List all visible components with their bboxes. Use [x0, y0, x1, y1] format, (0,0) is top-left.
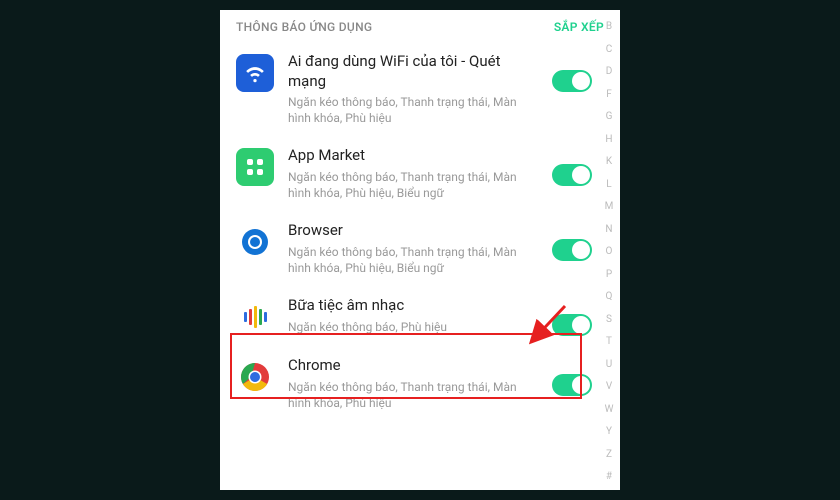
settings-screen: THÔNG BÁO ỨNG DỤNG SẮP XẾP Ai đang dùng …: [220, 10, 620, 490]
app-desc: Ngăn kéo thông báo, Thanh trạng thái, Mà…: [288, 94, 532, 126]
section-title: THÔNG BÁO ỨNG DỤNG: [236, 20, 372, 34]
app-row-wifi[interactable]: Ai đang dùng WiFi của tôi - Quét mạng Ng…: [236, 42, 600, 136]
alpha-letter[interactable]: O: [602, 247, 616, 257]
alpha-letter[interactable]: Q: [602, 292, 616, 302]
alpha-letter[interactable]: L: [602, 180, 616, 190]
market-icon: [236, 148, 274, 186]
app-text: Browser Ngăn kéo thông báo, Thanh trạng …: [288, 221, 538, 276]
app-desc: Ngăn kéo thông báo, Thanh trạng thái, Mà…: [288, 244, 532, 276]
alpha-letter[interactable]: D: [602, 67, 616, 77]
app-desc: Ngăn kéo thông báo, Thanh trạng thái, Mà…: [288, 379, 532, 411]
section-header: THÔNG BÁO ỨNG DỤNG SẮP XẾP: [220, 10, 620, 42]
alpha-letter[interactable]: K: [602, 157, 616, 167]
alpha-letter[interactable]: U: [602, 360, 616, 370]
app-text: Bữa tiệc âm nhạc Ngăn kéo thông báo, Phù…: [288, 296, 538, 335]
alpha-letter[interactable]: M: [602, 202, 616, 212]
app-row-chrome[interactable]: Chrome Ngăn kéo thông báo, Thanh trạng t…: [236, 346, 600, 421]
alpha-letter[interactable]: Y: [602, 427, 616, 437]
sort-button[interactable]: SẮP XẾP: [554, 20, 604, 34]
app-row-music[interactable]: Bữa tiệc âm nhạc Ngăn kéo thông báo, Phù…: [236, 286, 600, 346]
app-row-browser[interactable]: Browser Ngăn kéo thông báo, Thanh trạng …: [236, 211, 600, 286]
toggle-switch[interactable]: [552, 239, 592, 261]
alpha-letter[interactable]: P: [602, 270, 616, 280]
alpha-letter[interactable]: W: [602, 405, 616, 415]
alpha-letter[interactable]: N: [602, 225, 616, 235]
app-name: Chrome: [288, 356, 532, 376]
app-desc: Ngăn kéo thông báo, Phù hiệu: [288, 319, 532, 335]
alpha-letter[interactable]: F: [602, 90, 616, 100]
alpha-letter[interactable]: T: [602, 337, 616, 347]
app-desc: Ngăn kéo thông báo, Thanh trạng thái, Mà…: [288, 169, 532, 201]
alpha-letter[interactable]: V: [602, 382, 616, 392]
music-icon: [236, 298, 274, 336]
app-name: Bữa tiệc âm nhạc: [288, 296, 532, 316]
alpha-letter[interactable]: G: [602, 112, 616, 122]
app-text: App Market Ngăn kéo thông báo, Thanh trạ…: [288, 146, 538, 201]
alpha-letter[interactable]: #: [602, 472, 616, 482]
app-name: Ai đang dùng WiFi của tôi - Quét mạng: [288, 52, 532, 91]
alpha-index[interactable]: B C D F G H K L M N O P Q S T U V W Y Z …: [602, 22, 616, 482]
browser-icon: [236, 223, 274, 261]
alpha-letter[interactable]: H: [602, 135, 616, 145]
app-text: Chrome Ngăn kéo thông báo, Thanh trạng t…: [288, 356, 538, 411]
toggle-switch[interactable]: [552, 164, 592, 186]
app-text: Ai đang dùng WiFi của tôi - Quét mạng Ng…: [288, 52, 538, 126]
alpha-letter[interactable]: Z: [602, 450, 616, 460]
toggle-switch[interactable]: [552, 70, 592, 92]
alpha-letter[interactable]: C: [602, 45, 616, 55]
alpha-letter[interactable]: S: [602, 315, 616, 325]
app-name: App Market: [288, 146, 532, 166]
chrome-icon: [236, 358, 274, 396]
app-name: Browser: [288, 221, 532, 241]
toggle-switch[interactable]: [552, 374, 592, 396]
app-list: Ai đang dùng WiFi của tôi - Quét mạng Ng…: [220, 42, 620, 421]
alpha-letter[interactable]: B: [602, 22, 616, 32]
toggle-switch[interactable]: [552, 314, 592, 336]
app-row-market[interactable]: App Market Ngăn kéo thông báo, Thanh trạ…: [236, 136, 600, 211]
wifi-icon: [236, 54, 274, 92]
